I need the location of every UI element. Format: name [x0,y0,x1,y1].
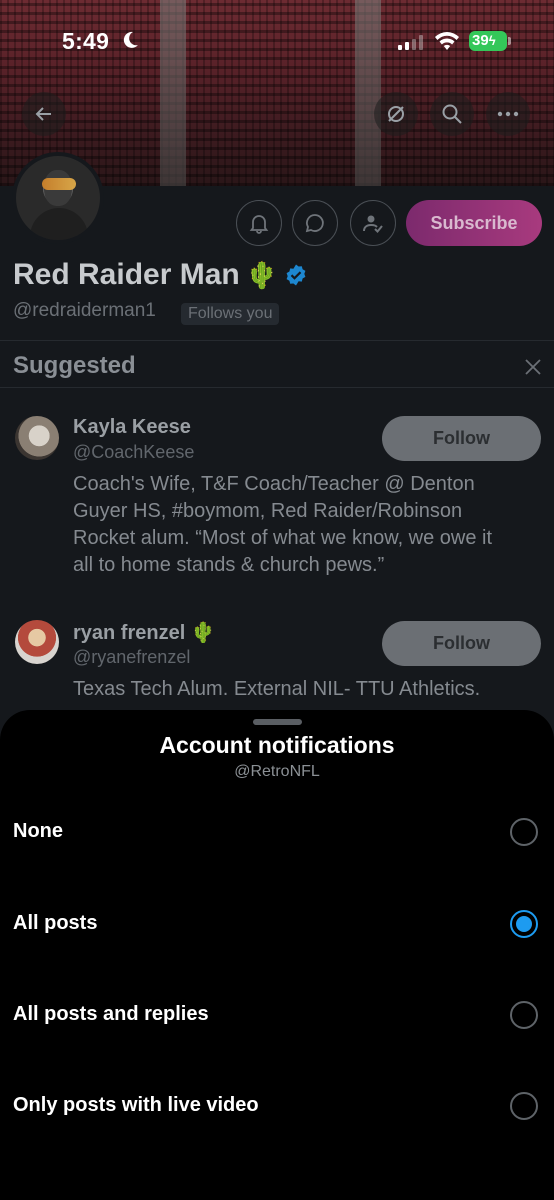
radio-none[interactable] [510,818,538,846]
verified-badge-icon [286,264,306,286]
charging-icon: ϟ [488,33,496,48]
option-live-video[interactable]: Only posts with live video [0,1076,554,1136]
profile-name-text: Red Raider Man [13,258,240,291]
cactus-emoji: 🌵 [245,259,279,290]
notifications-button[interactable] [236,200,282,246]
battery-indicator: 39ϟ [469,31,511,51]
divider [0,340,554,341]
arrow-left-icon [35,107,51,121]
account-notifications-sheet: Account notifications @RetroNFL None All… [0,710,554,1200]
profile-name: Red Raider Man 🌵 [13,258,308,292]
status-time: 5:49 [62,28,110,54]
following-button[interactable] [350,200,396,246]
bell-check-icon [249,215,269,234]
suggested-name-text: Kayla Keese [73,416,191,438]
subscribe-button[interactable]: Subscribe [406,200,542,246]
more-button[interactable] [486,92,530,136]
more-icon [497,111,519,117]
message-button[interactable] [292,200,338,246]
search-icon [442,104,462,124]
suggested-avatar[interactable] [15,620,59,664]
suggested-name[interactable]: Kayla Keese [73,416,191,439]
close-icon[interactable] [524,358,542,376]
signal-icon [398,34,424,50]
grok-button[interactable] [374,92,418,136]
follow-button[interactable]: Follow [382,416,541,461]
option-label: All posts and replies [13,1003,209,1025]
option-label: None [13,820,63,842]
suggested-handle: @ryanefrenzel [73,647,191,667]
status-bar: 5:49 39ϟ [0,22,554,62]
suggested-bio: Texas Tech Alum. External NIL- TTU Athle… [73,678,481,700]
option-all-posts-and-replies[interactable]: All posts and replies [0,985,554,1045]
search-button[interactable] [430,92,474,136]
wifi-icon [435,32,459,50]
cactus-emoji: 🌵 [190,622,216,644]
option-all-posts[interactable]: All posts [0,894,554,954]
suggested-bio: Coach's Wife, T&F Coach/Teacher @ Denton… [73,473,493,576]
radio-all-posts-and-replies[interactable] [510,1001,538,1029]
divider [0,387,554,388]
suggested-name[interactable]: ryan frenzel 🌵 [73,620,216,645]
suggested-name-text: ryan frenzel [73,622,186,644]
profile-handle: @redraiderman1 [13,300,156,321]
back-button[interactable] [22,92,66,136]
battery-level: 39 [472,32,489,49]
profile-avatar[interactable] [12,152,104,244]
option-label: All posts [13,912,98,934]
sheet-subtitle: @RetroNFL [234,763,320,780]
suggested-handle: @CoachKeese [73,442,195,462]
sheet-grabber[interactable] [253,719,302,725]
grok-icon [388,106,404,122]
follow-button[interactable]: Follow [382,621,541,666]
radio-all-posts[interactable] [510,910,538,938]
moon-icon [123,31,138,48]
suggested-title: Suggested [13,352,136,379]
option-none[interactable]: None [0,802,554,862]
radio-live-video[interactable] [510,1092,538,1120]
option-label: Only posts with live video [13,1094,259,1116]
suggested-avatar[interactable] [15,416,59,460]
follows-you-badge: Follows you [181,303,280,325]
sheet-title: Account notifications [159,732,395,758]
person-check-icon [363,215,383,233]
message-icon [305,214,324,233]
